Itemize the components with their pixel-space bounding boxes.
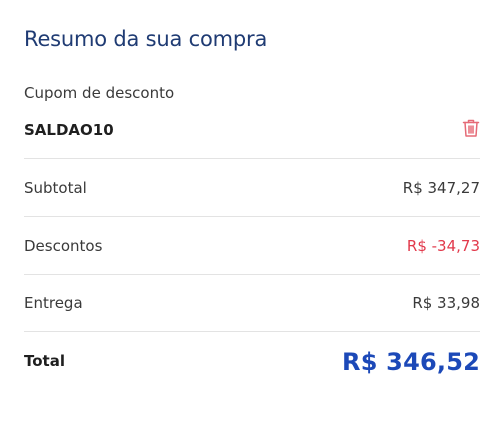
coupon-label: Cupom de desconto [24, 84, 175, 102]
subtotal-label: Subtotal [24, 179, 87, 197]
divider [24, 158, 480, 159]
coupon-code: SALDAO10 [24, 121, 114, 139]
total-value: R$ 346,52 [342, 348, 480, 376]
summary-title: Resumo da sua compra [24, 27, 268, 51]
divider [24, 331, 480, 332]
trash-icon [462, 119, 480, 137]
remove-coupon-button[interactable] [460, 117, 482, 139]
total-label: Total [24, 352, 65, 370]
subtotal-value: R$ 347,27 [402, 179, 480, 197]
order-summary-card: Resumo da sua compra Cupom de desconto S… [0, 0, 500, 422]
shipping-label: Entrega [24, 294, 83, 312]
divider [24, 274, 480, 275]
divider [24, 216, 480, 217]
discount-value: R$ -34,73 [406, 237, 480, 255]
shipping-value: R$ 33,98 [412, 294, 480, 312]
discount-label: Descontos [24, 237, 103, 255]
